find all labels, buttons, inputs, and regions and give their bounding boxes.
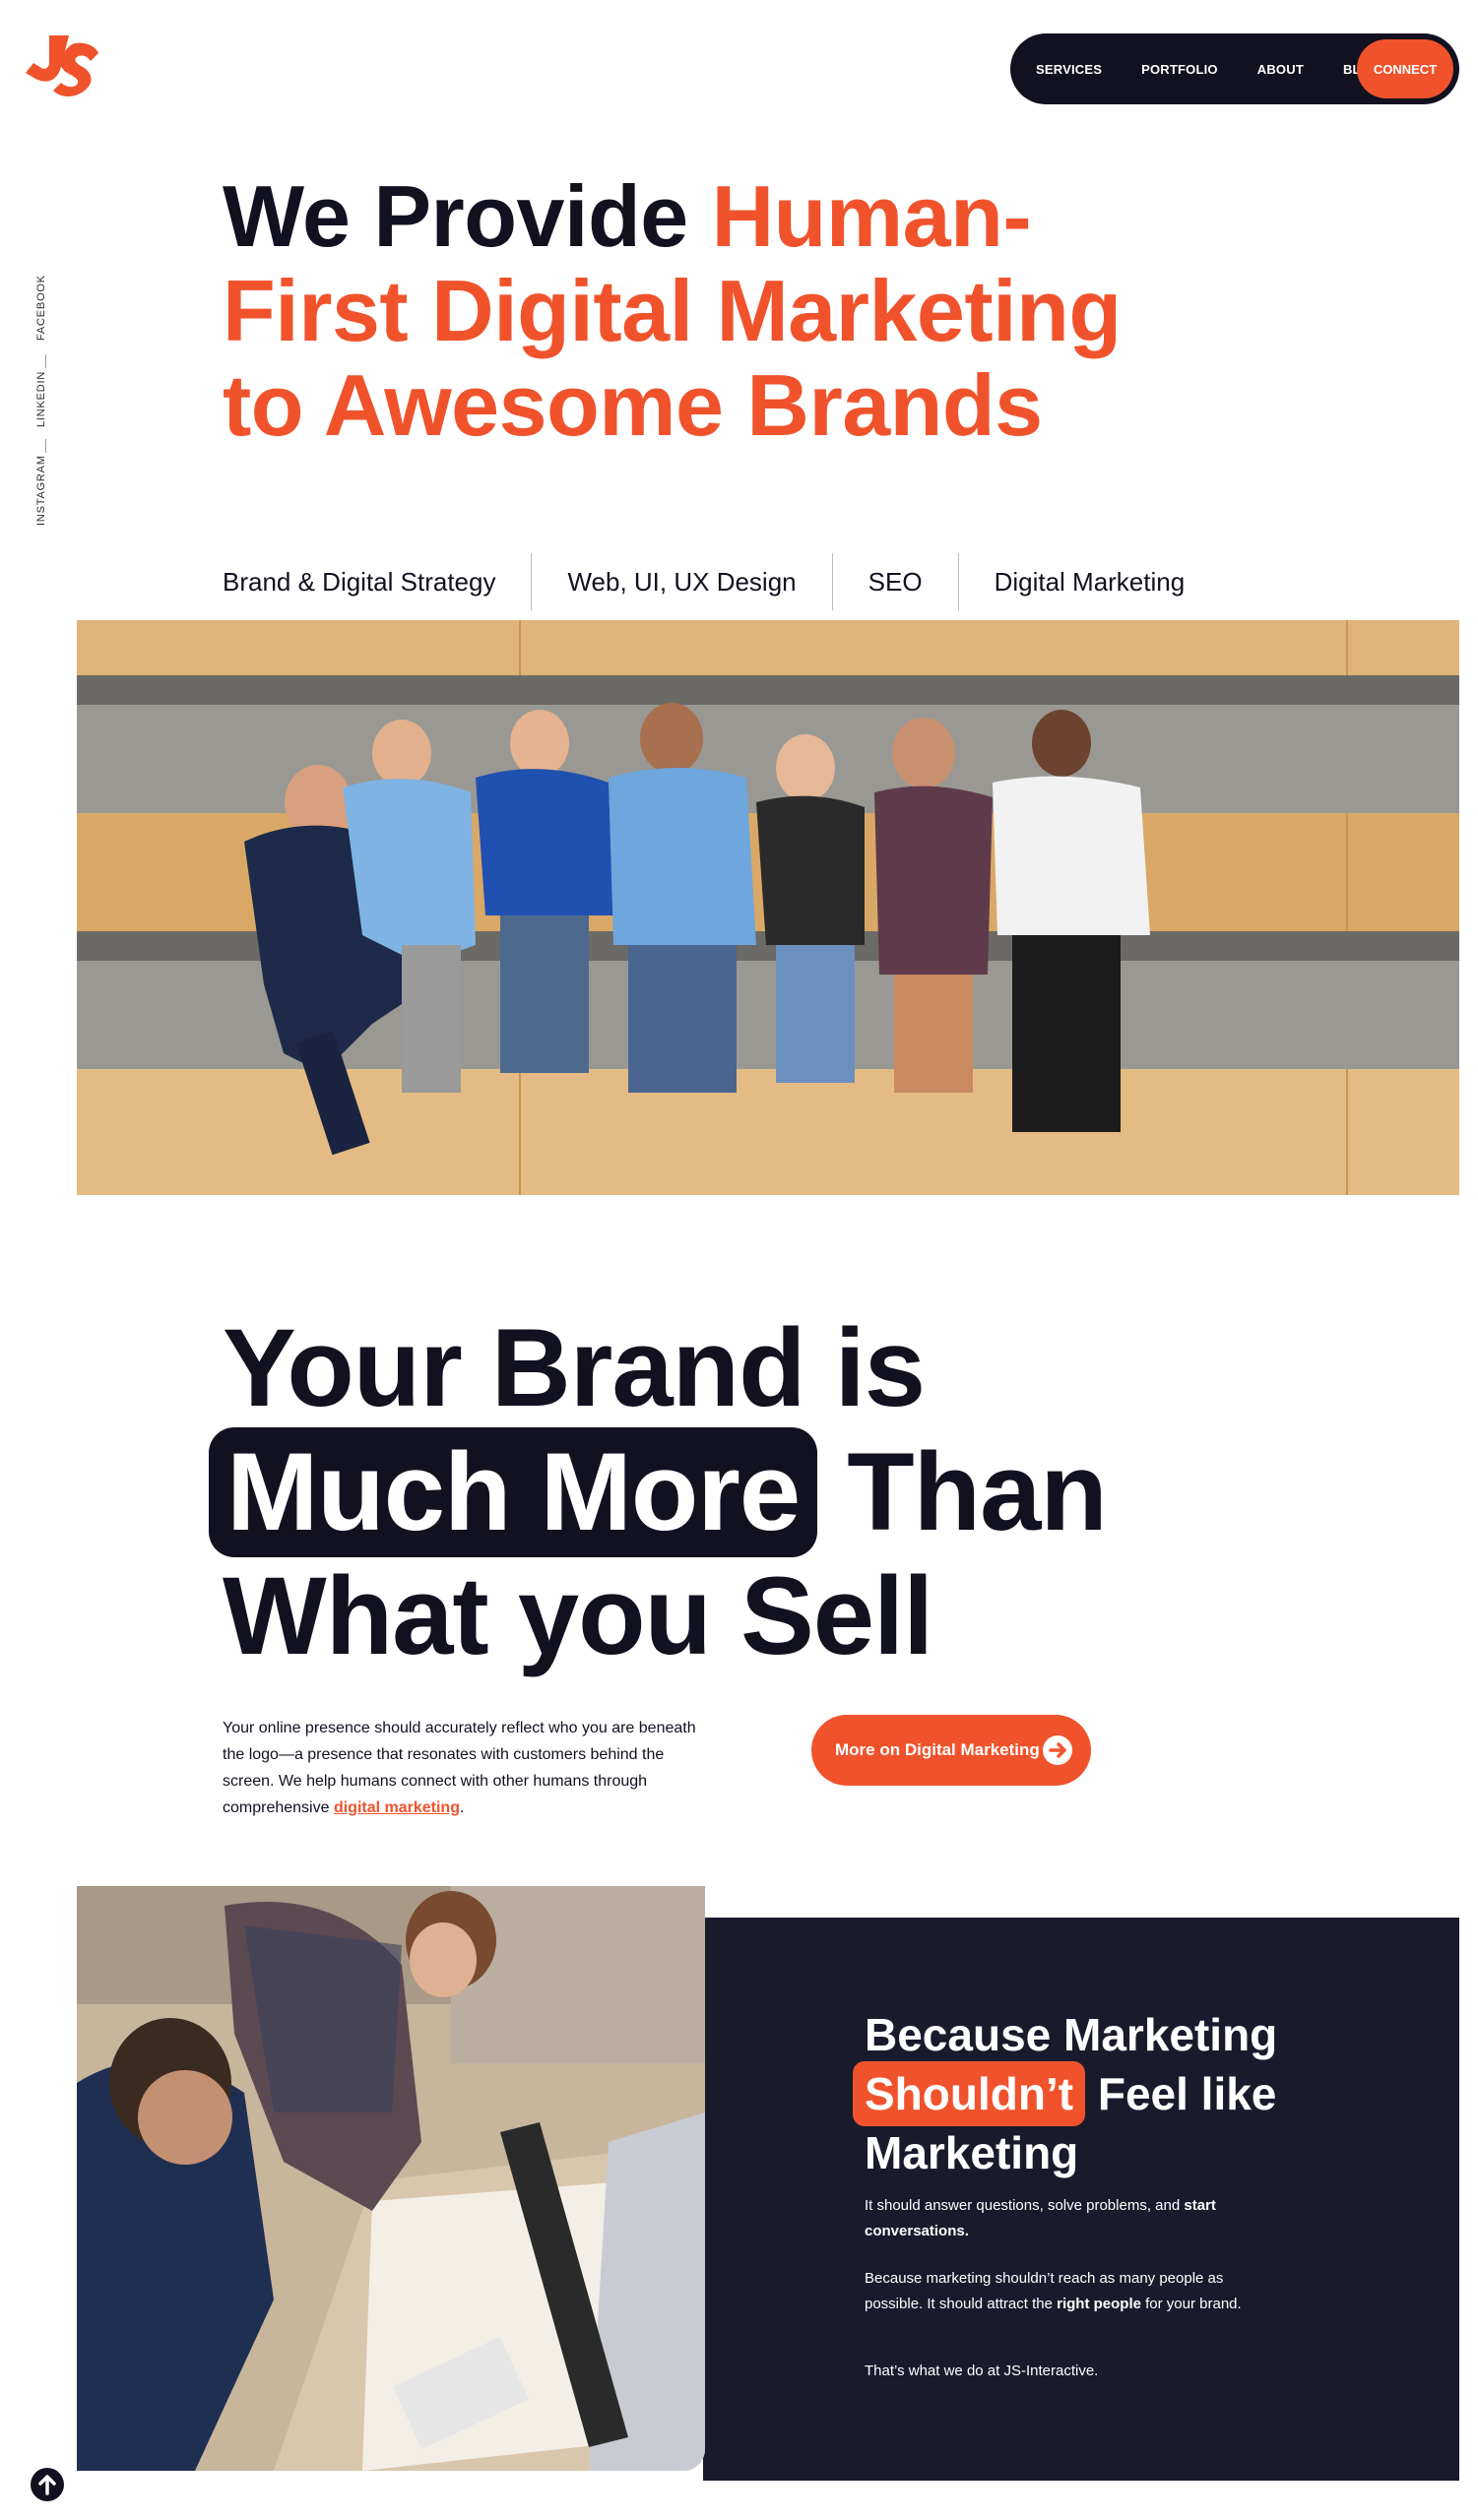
social-divider [45, 354, 46, 368]
hero-title-accent: First Digital Marketing [223, 262, 1122, 359]
brand-headline: Your Brand is Much More Than What you Se… [209, 1306, 1306, 1677]
team-photo [77, 620, 1459, 1195]
marketing-headline: Because Marketing Shouldn’t Feel like Ma… [853, 2008, 1377, 2179]
js-interactive-logo[interactable] [22, 30, 102, 106]
service-item-web-design[interactable]: Web, UI, UX Design [567, 567, 796, 598]
nav-portfolio[interactable]: PORTFOLIO [1141, 62, 1218, 77]
more-digital-marketing-button[interactable]: More on Digital Marketing [811, 1715, 1091, 1786]
social-facebook-link[interactable]: FACEBOOK [35, 275, 47, 341]
social-linkedin-link[interactable]: LINKEDIN [35, 371, 47, 427]
marketing-headline-highlight: Shouldn’t [853, 2061, 1086, 2126]
hero-title-accent: to Awesome Brands [223, 356, 1043, 454]
marketing-paragraph-3: That’s what we do at JS-Interactive. [865, 2362, 1099, 2379]
social-divider [45, 439, 46, 453]
hero-title-dark: We Provide [223, 167, 712, 265]
connect-button[interactable]: CONNECT [1357, 39, 1453, 98]
social-instagram-link[interactable]: INSTAGRAM [35, 455, 47, 526]
marketing-p2-bold: right people [1057, 2296, 1141, 2312]
divider [957, 553, 959, 610]
marketing-headline-line3: Marketing [865, 2127, 1079, 2178]
service-item-digital-marketing[interactable]: Digital Marketing [995, 567, 1186, 598]
nav-about[interactable]: ABOUT [1257, 62, 1304, 77]
brand-headline-line2: Than [817, 1430, 1108, 1553]
marketing-headline-line2: Feel like [1085, 2068, 1277, 2119]
marketing-p2-end: for your brand. [1140, 2296, 1242, 2312]
digital-marketing-link[interactable]: digital marketing [334, 1799, 460, 1816]
marketing-paragraph-1: It should answer questions, solve proble… [865, 2193, 1258, 2244]
arrow-right-circle-icon [1043, 1735, 1072, 1765]
brand-headline-highlight: Much More [209, 1427, 818, 1557]
marketing-p1-text: It should answer questions, solve proble… [865, 2197, 1185, 2214]
service-item-seo[interactable]: SEO [868, 567, 923, 598]
main-nav: SERVICES PORTFOLIO ABOUT BLOG CONNECT [1010, 33, 1459, 104]
cta-label: More on Digital Marketing [835, 1740, 1040, 1759]
divider [831, 553, 833, 610]
service-item-brand-strategy[interactable]: Brand & Digital Strategy [223, 567, 495, 598]
brand-description: Your online presence should accurately r… [223, 1715, 715, 1821]
brand-description-end: . [459, 1799, 465, 1816]
hero-title-accent: Human- [711, 167, 1032, 265]
brand-headline-line3: What you Sell [223, 1554, 933, 1677]
marketing-paragraph-2: Because marketing shouldn’t reach as man… [865, 2266, 1258, 2317]
services-list: Brand & Digital Strategy Web, UI, UX Des… [223, 553, 1185, 610]
brand-headline-line1: Your Brand is [223, 1306, 926, 1429]
hero-title: We Provide Human- First Digital Marketin… [223, 169, 1207, 453]
social-links: FACEBOOK LINKEDIN INSTAGRAM [35, 274, 57, 539]
marketing-headline-line1: Because Marketing [865, 2009, 1278, 2060]
office-photo [77, 1886, 705, 2471]
divider [531, 553, 533, 610]
nav-services[interactable]: SERVICES [1036, 62, 1102, 77]
arrow-up-circle-icon[interactable] [30, 2467, 65, 2502]
